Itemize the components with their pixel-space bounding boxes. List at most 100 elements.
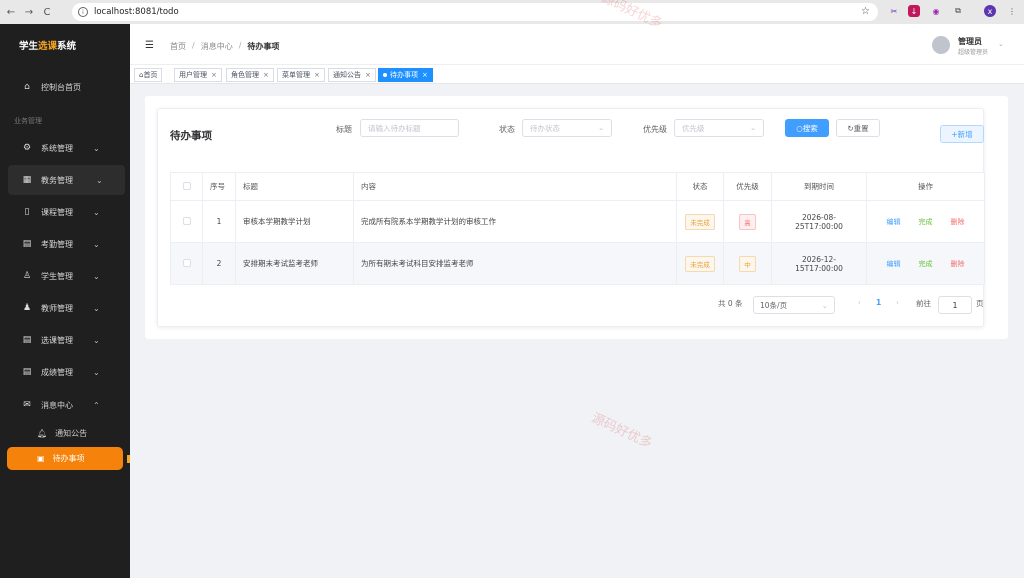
page-container: 待办事项 标题 请输入待办标题 状态 待办状态 ⌄ 优先级 优先级 ⌄ ○ 搜索 ↻ 重…	[145, 96, 1008, 339]
close-icon[interactable]: ×	[365, 71, 371, 79]
table-row: 1 审核本学期教学计划 完成所有院系本学期教学计划的审核工作 未完成 高 202…	[170, 200, 985, 243]
row-checkbox[interactable]	[182, 258, 191, 267]
todo-table: 序号 标题 内容 状态 优先级 到期时间 操作 1 审核本学期教学计划 完成所有…	[170, 172, 985, 285]
priority-select[interactable]: 优先级 ⌄	[674, 119, 764, 137]
chevron-down-icon: ⌄	[821, 300, 828, 310]
close-icon[interactable]: ×	[211, 71, 217, 79]
edit-button[interactable]: 编辑	[887, 260, 901, 268]
clipboard-icon: ▣	[37, 454, 45, 463]
chevron-down-icon: ⌄	[93, 207, 100, 217]
profile-avatar-icon[interactable]: x	[984, 5, 996, 17]
delete-button[interactable]: 删除	[951, 260, 965, 268]
sidebar-item-students[interactable]: ♙ 学生管理 ⌄	[0, 261, 130, 291]
goto-label: 前往	[916, 299, 931, 308]
user-role: 超级管理员	[958, 49, 989, 56]
delete-button[interactable]: 删除	[951, 218, 965, 226]
priority-badge: 高	[739, 213, 756, 230]
extension-download-icon[interactable]: ↓	[908, 5, 920, 17]
chevron-up-icon: ⌃	[93, 400, 100, 410]
sidebar-item-attendance[interactable]: ▤ 考勤管理 ⌄	[0, 229, 130, 259]
tab-home[interactable]: ⌂ 首页	[134, 68, 163, 82]
breadcrumb: 首页 / 消息中心 / 待办事项	[170, 41, 280, 52]
close-icon[interactable]: ×	[314, 71, 320, 79]
reset-button[interactable]: ↻ 重置	[836, 119, 880, 137]
extensions-puzzle-icon[interactable]: ⧉	[952, 5, 964, 17]
priority-badge: 中	[739, 255, 756, 272]
top-header: ☰ 首页 / 消息中心 / 待办事项 管理员 超级管理员 ⌄	[130, 24, 1024, 65]
prev-page-button[interactable]: ‹	[858, 298, 861, 307]
row-checkbox[interactable]	[182, 216, 191, 225]
close-icon[interactable]: ×	[422, 71, 428, 79]
calendar-icon: ▤	[22, 335, 32, 345]
sidebar-item-grades[interactable]: ▤ 成绩管理 ⌄	[0, 357, 130, 387]
todo-card: 待办事项 标题 请输入待办标题 状态 待办状态 ⌄ 优先级 优先级 ⌄ ○ 搜索 ↻ 重…	[157, 108, 985, 327]
title-search-input[interactable]: 请输入待办标题	[360, 119, 459, 137]
url-text[interactable]: localhost:8081/todo	[94, 7, 179, 17]
select-all-checkbox[interactable]	[182, 181, 191, 190]
col-due: 到期时间	[771, 172, 867, 201]
sidebar: 学生选课系统 ⌂ 控制台首页 业务管理 ⚙ 系统管理 ⌄ ▦ 教务管理 ⌄ ▯ …	[0, 24, 130, 578]
tab-users[interactable]: 用户管理 ×	[174, 68, 222, 82]
chevron-down-icon: ⌄	[96, 175, 103, 185]
add-button[interactable]: +新增	[940, 125, 984, 143]
sidebar-item-system[interactable]: ⚙ 系统管理 ⌄	[0, 133, 130, 163]
bell-icon: 🔔︎	[37, 428, 48, 438]
breadcrumb-current: 待办事项	[247, 42, 280, 51]
sidebar-item-teachers[interactable]: ♟ 教师管理 ⌄	[0, 293, 130, 323]
sidebar-item-academic[interactable]: ▦ 教务管理 ⌄	[8, 165, 125, 195]
avatar[interactable]	[932, 36, 950, 54]
tab-menus[interactable]: 菜单管理 ×	[277, 68, 325, 82]
book-icon: ▯	[24, 207, 30, 217]
complete-button[interactable]: 完成	[919, 218, 933, 226]
col-priority: 优先级	[723, 172, 772, 201]
chevron-down-icon: ⌄	[93, 367, 100, 377]
search-button[interactable]: ○ 搜索	[785, 119, 829, 137]
breadcrumb-messages[interactable]: 消息中心	[201, 41, 233, 52]
section-label: 业务管理	[14, 117, 42, 125]
sidebar-subitem-notices[interactable]: 🔔︎ 通知公告	[0, 422, 130, 444]
pagination-total: 共 0 条	[718, 299, 743, 308]
back-button[interactable]: ←	[4, 5, 18, 19]
main-content: 待办事项 标题 请输入待办标题 状态 待办状态 ⌄ 优先级 优先级 ⌄ ○ 搜索 ↻ 重…	[130, 84, 1024, 578]
title-filter-label: 标题	[336, 125, 352, 134]
menu-fold-icon[interactable]: ☰	[145, 40, 154, 51]
tags-bar: ⌂ 首页 用户管理 × 角色管理 × 菜单管理 × 通知公告 × 待办事项 ×	[130, 65, 1024, 84]
edit-button[interactable]: 编辑	[887, 218, 901, 226]
close-icon[interactable]: ×	[263, 71, 269, 79]
user-name[interactable]: 管理员	[958, 36, 982, 47]
sidebar-item-enrollment[interactable]: ▤ 选课管理 ⌄	[0, 325, 130, 355]
next-page-button[interactable]: ›	[896, 298, 899, 307]
col-status: 状态	[676, 172, 724, 201]
breadcrumb-home[interactable]: 首页	[170, 41, 186, 52]
person-icon: ♟	[22, 303, 32, 313]
extension-scissors-icon[interactable]: ✂	[888, 5, 900, 17]
tab-todo[interactable]: 待办事项 ×	[378, 68, 433, 82]
page-size-select[interactable]: 10条/页 ⌄	[753, 296, 835, 314]
chevron-down-icon: ⌄	[93, 271, 100, 281]
complete-button[interactable]: 完成	[919, 260, 933, 268]
bookmark-star-icon[interactable]: ☆	[861, 6, 870, 17]
goto-page-input[interactable]: 1	[938, 296, 972, 314]
tab-notices[interactable]: 通知公告 ×	[328, 68, 376, 82]
tab-roles[interactable]: 角色管理 ×	[226, 68, 274, 82]
extension-robot-icon[interactable]: ◉	[930, 5, 942, 17]
address-bar[interactable]: i localhost:8081/todo ☆	[72, 3, 878, 21]
status-filter-label: 状态	[499, 125, 515, 134]
status-select[interactable]: 待办状态 ⌄	[522, 119, 612, 137]
browser-menu-icon[interactable]: ⋮	[1006, 5, 1018, 17]
home-icon: ⌂	[24, 82, 30, 92]
forward-button[interactable]: →	[22, 5, 36, 19]
sidebar-subitem-todo[interactable]: ▣ 待办事项	[7, 447, 123, 470]
col-title: 标题	[235, 172, 354, 201]
calendar-icon: ▤	[22, 367, 32, 377]
calendar-icon: ▤	[22, 239, 32, 249]
sidebar-item-messages[interactable]: ✉ 消息中心 ⌃	[0, 390, 130, 420]
chevron-down-icon[interactable]: ⌄	[998, 40, 1004, 48]
site-info-icon[interactable]: i	[78, 7, 88, 17]
user-icon: ♙	[22, 271, 32, 281]
page-number-current[interactable]: 1	[876, 298, 881, 307]
reload-button[interactable]: C	[40, 5, 54, 19]
sidebar-item-dashboard[interactable]: ⌂ 控制台首页	[0, 72, 130, 102]
sidebar-item-course[interactable]: ▯ 课程管理 ⌄	[0, 197, 130, 227]
col-actions: 操作	[866, 172, 985, 201]
